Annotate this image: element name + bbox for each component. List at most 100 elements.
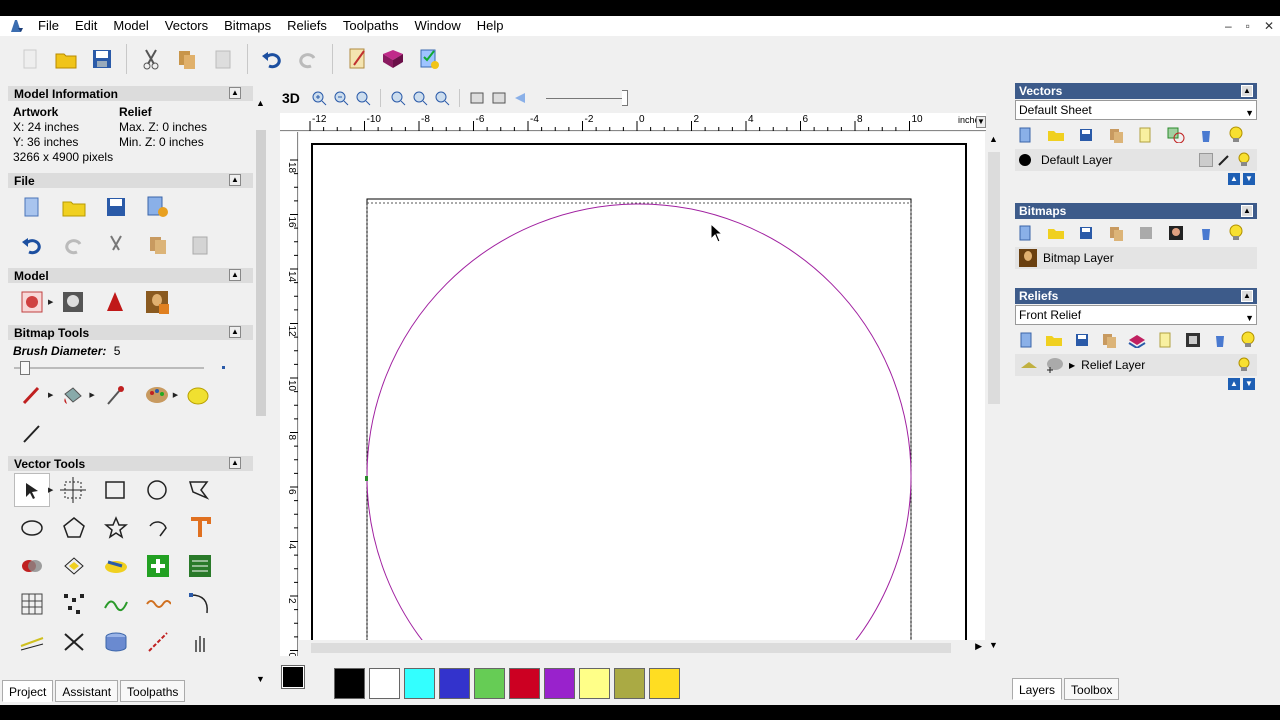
move-up-icon[interactable]: ▲ <box>1228 378 1240 390</box>
pen-tool-icon[interactable] <box>14 416 50 450</box>
open-folder-icon[interactable] <box>56 190 92 224</box>
collapse-icon[interactable]: ▲ <box>1241 205 1253 217</box>
copy-layer-icon[interactable] <box>1107 126 1124 144</box>
brush-diameter-slider[interactable] <box>8 360 253 376</box>
scroll-down-icon[interactable]: ▼ <box>989 640 998 650</box>
star-icon[interactable] <box>98 511 134 545</box>
move-up-icon[interactable]: ▲ <box>1228 173 1240 185</box>
save-icon[interactable] <box>1078 126 1095 144</box>
expand-arrow-icon[interactable]: ▶ <box>1069 361 1075 370</box>
show-layers-icon[interactable] <box>468 84 486 112</box>
model-section-header[interactable]: Model ▲ <box>8 268 253 283</box>
new-file-icon[interactable] <box>16 45 44 73</box>
zoom-out-icon[interactable] <box>332 84 350 112</box>
open-folder-icon[interactable] <box>52 45 80 73</box>
wave-icon[interactable] <box>140 587 176 621</box>
paste-icon[interactable] <box>182 228 218 262</box>
color-swatch[interactable] <box>404 667 435 699</box>
save-icon[interactable] <box>88 45 116 73</box>
delete-layer-icon[interactable] <box>1198 126 1215 144</box>
offset-vector-icon[interactable] <box>56 549 92 583</box>
hand-pan-icon[interactable] <box>182 625 218 659</box>
bulb-icon[interactable] <box>1227 224 1244 242</box>
select-arrow-icon[interactable] <box>14 473 50 507</box>
vector-sheet-select[interactable]: Default Sheet ▼ <box>1015 100 1257 120</box>
reliefs-header[interactable]: Reliefs ▲ <box>1015 288 1257 304</box>
mona-lisa-image-icon[interactable] <box>139 285 175 319</box>
pencil-icon[interactable] <box>1217 153 1231 167</box>
new-layer-icon[interactable] <box>1017 126 1034 144</box>
notepad-icon[interactable] <box>343 45 371 73</box>
scrollbar-thumb[interactable] <box>256 130 266 416</box>
new-layer-icon[interactable] <box>1017 224 1034 242</box>
collapse-icon[interactable]: ▲ <box>1241 85 1253 97</box>
tab-toolpaths[interactable]: Toolpaths <box>120 680 186 702</box>
layer-color-dot[interactable] <box>1019 154 1031 166</box>
color-swatch[interactable] <box>369 667 400 699</box>
rectangle-icon[interactable] <box>97 473 133 507</box>
copy-icon[interactable] <box>173 45 201 73</box>
undo-icon[interactable] <box>14 228 50 262</box>
bulb-icon[interactable] <box>1227 126 1244 144</box>
copy-layer-icon[interactable] <box>1100 331 1118 349</box>
collapse-icon[interactable]: ▲ <box>1241 290 1253 302</box>
color-palette-icon[interactable] <box>139 378 175 412</box>
polyline-icon[interactable] <box>181 473 217 507</box>
menu-edit[interactable]: Edit <box>67 16 105 36</box>
save-icon[interactable] <box>98 190 134 224</box>
add-medical-cross-icon[interactable] <box>140 549 176 583</box>
relief-select[interactable]: Front Relief ▼ <box>1015 305 1257 325</box>
color-picker-icon[interactable] <box>97 378 133 412</box>
circle-icon[interactable] <box>139 473 175 507</box>
delete-layer-icon[interactable] <box>1197 224 1214 242</box>
undo-icon[interactable] <box>258 45 286 73</box>
mesh-grid-icon[interactable] <box>14 587 50 621</box>
move-down-icon[interactable]: ▼ <box>1243 173 1255 185</box>
color-swatch[interactable] <box>614 667 645 699</box>
view-arrow-icon[interactable] <box>512 84 530 112</box>
flood-fill-icon[interactable] <box>55 378 91 412</box>
cut-icon[interactable] <box>98 228 134 262</box>
scroll-right-icon[interactable]: ▶ <box>975 641 982 652</box>
vertical-scrollbar[interactable]: ▲ ▼ <box>986 132 1002 656</box>
color-swatch[interactable] <box>474 667 505 699</box>
redo-icon[interactable] <box>56 228 92 262</box>
menu-reliefs[interactable]: Reliefs <box>279 16 335 36</box>
paint-pencil-icon[interactable] <box>14 378 50 412</box>
cut-icon[interactable] <box>137 45 165 73</box>
arc-icon[interactable] <box>140 511 176 545</box>
menu-bitmaps[interactable]: Bitmaps <box>216 16 279 36</box>
color-swatch[interactable] <box>509 667 540 699</box>
tab-project[interactable]: Project <box>2 680 54 702</box>
color-swatch[interactable] <box>579 667 610 699</box>
wizard-checklist-icon[interactable] <box>415 45 443 73</box>
horizontal-scrollbar[interactable]: ▶ <box>299 640 985 656</box>
scroll-up-icon[interactable]: ▲ <box>256 98 265 108</box>
text-on-curve-icon[interactable] <box>182 549 218 583</box>
drawing-canvas[interactable]: ▶ <box>299 132 985 656</box>
paste-icon[interactable] <box>209 45 237 73</box>
save-icon[interactable] <box>1078 224 1095 242</box>
stack-layers-icon[interactable] <box>1128 331 1146 349</box>
copy-icon[interactable] <box>140 228 176 262</box>
menu-file[interactable]: File <box>30 16 67 36</box>
cut-vector-icon[interactable] <box>56 625 92 659</box>
open-folder-icon[interactable] <box>1047 126 1065 144</box>
zoom-previous-icon[interactable] <box>411 84 429 112</box>
model-size-icon[interactable] <box>14 285 50 319</box>
trim-vector-icon[interactable] <box>14 625 50 659</box>
layer-visibility-shapes-icon[interactable] <box>1167 126 1185 144</box>
color-swatch[interactable] <box>649 667 680 699</box>
units-dropdown-icon[interactable]: ▼ <box>976 116 986 128</box>
scroll-down-icon[interactable]: ▼ <box>256 674 265 684</box>
bitmaps-header[interactable]: Bitmaps ▲ <box>1015 203 1257 219</box>
collapse-icon[interactable]: ▲ <box>229 87 241 99</box>
move-down-icon[interactable]: ▼ <box>1243 378 1255 390</box>
bulb-icon[interactable] <box>1237 152 1251 171</box>
copy-layer-icon[interactable] <box>1108 224 1125 242</box>
color-swatch[interactable] <box>439 667 470 699</box>
bitmap-layer-row[interactable]: Bitmap Layer <box>1015 247 1257 269</box>
slider-handle[interactable] <box>20 361 30 375</box>
primary-color-swatch[interactable] <box>281 665 305 689</box>
vector-layer-row[interactable]: Default Layer <box>1015 149 1257 171</box>
